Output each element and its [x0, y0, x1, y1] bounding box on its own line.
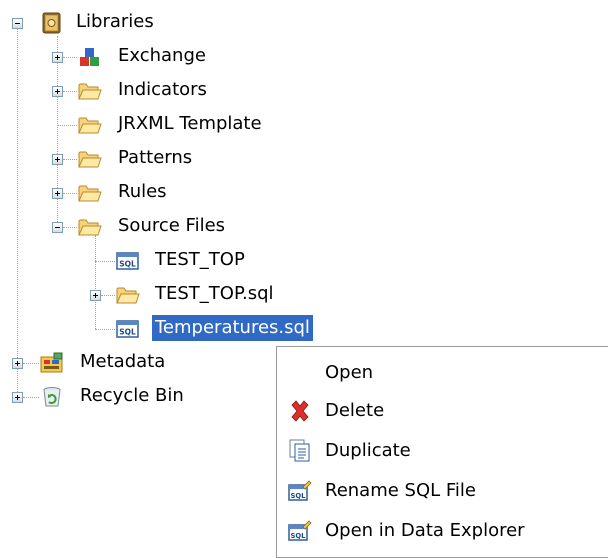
folder-icon — [78, 216, 102, 238]
tree-connector — [23, 363, 39, 364]
tree-node-label: Metadata — [80, 351, 166, 372]
tree-connector — [95, 235, 96, 329]
collapse-toggle-source-files[interactable] — [52, 222, 63, 233]
expand-toggle-recycle-bin[interactable] — [12, 392, 23, 403]
tree-connector — [101, 295, 115, 296]
tree-node-label: Rules — [118, 181, 167, 202]
folder-icon — [78, 80, 102, 102]
menu-item-delete[interactable]: Delete — [277, 392, 608, 428]
expand-toggle-patterns[interactable] — [52, 154, 63, 165]
tree-connector — [63, 193, 77, 194]
recycle-bin-icon — [43, 387, 61, 407]
tree-connector — [63, 91, 77, 92]
tree-node-label: Libraries — [76, 11, 154, 32]
folder-icon — [78, 148, 102, 170]
delete-x-icon — [291, 400, 309, 422]
metadata-icon — [40, 352, 63, 373]
expand-toggle-rules[interactable] — [52, 188, 63, 199]
menu-item-label: Open in Data Explorer — [325, 520, 525, 541]
folder-icon — [78, 182, 102, 204]
tree-node-label: TEST_TOP — [155, 249, 245, 270]
folder-icon — [78, 114, 102, 136]
menu-item-label: Delete — [325, 400, 385, 421]
tree-node-label: JRXML Template — [118, 113, 262, 134]
exchange-cubes-icon — [80, 48, 99, 66]
open-explorer-sql-icon — [288, 519, 312, 543]
menu-item-rename-sql-file[interactable]: Rename SQL File — [277, 472, 608, 508]
tree-connector — [95, 329, 115, 330]
context-menu: Open Delete Duplicate Rename SQL File Op… — [276, 346, 608, 558]
expand-toggle-exchange[interactable] — [52, 52, 63, 63]
tree-node-label: Exchange — [118, 45, 206, 66]
tree-connector — [63, 227, 77, 228]
library-book-icon — [42, 12, 61, 34]
tree-node-label: TEST_TOP.sql — [155, 283, 274, 304]
tree-node-label: Patterns — [118, 147, 193, 168]
tree-connector — [17, 29, 18, 398]
expand-toggle-indicators[interactable] — [52, 86, 63, 97]
collapse-toggle-libraries[interactable] — [12, 18, 23, 29]
menu-item-label: Open — [325, 362, 374, 383]
tree-node-label: Temperatures.sql — [152, 315, 313, 341]
tree-connector — [57, 36, 58, 228]
tree-connector — [23, 397, 39, 398]
expand-toggle-test-top-sql[interactable] — [90, 290, 101, 301]
menu-item-duplicate[interactable]: Duplicate — [277, 432, 608, 468]
tree-connector — [57, 125, 77, 126]
menu-item-label: Rename SQL File — [325, 480, 477, 501]
tree-connector — [95, 261, 115, 262]
tree-connector — [63, 57, 77, 58]
tree-node-label: Indicators — [118, 79, 207, 100]
tree-node-label: Source Files — [118, 215, 226, 236]
sql-file-icon — [116, 250, 140, 272]
menu-item-open-in-data-explorer[interactable]: Open in Data Explorer — [277, 512, 608, 548]
folder-icon — [116, 284, 140, 306]
menu-item-open[interactable]: Open — [277, 354, 608, 390]
tree-connector — [63, 159, 77, 160]
expand-toggle-metadata[interactable] — [12, 358, 23, 369]
tree-node-label: Recycle Bin — [80, 385, 184, 406]
rename-sql-icon — [288, 479, 312, 503]
menu-item-label: Duplicate — [325, 440, 411, 461]
sql-file-icon — [116, 318, 140, 340]
duplicate-document-icon — [289, 439, 310, 462]
